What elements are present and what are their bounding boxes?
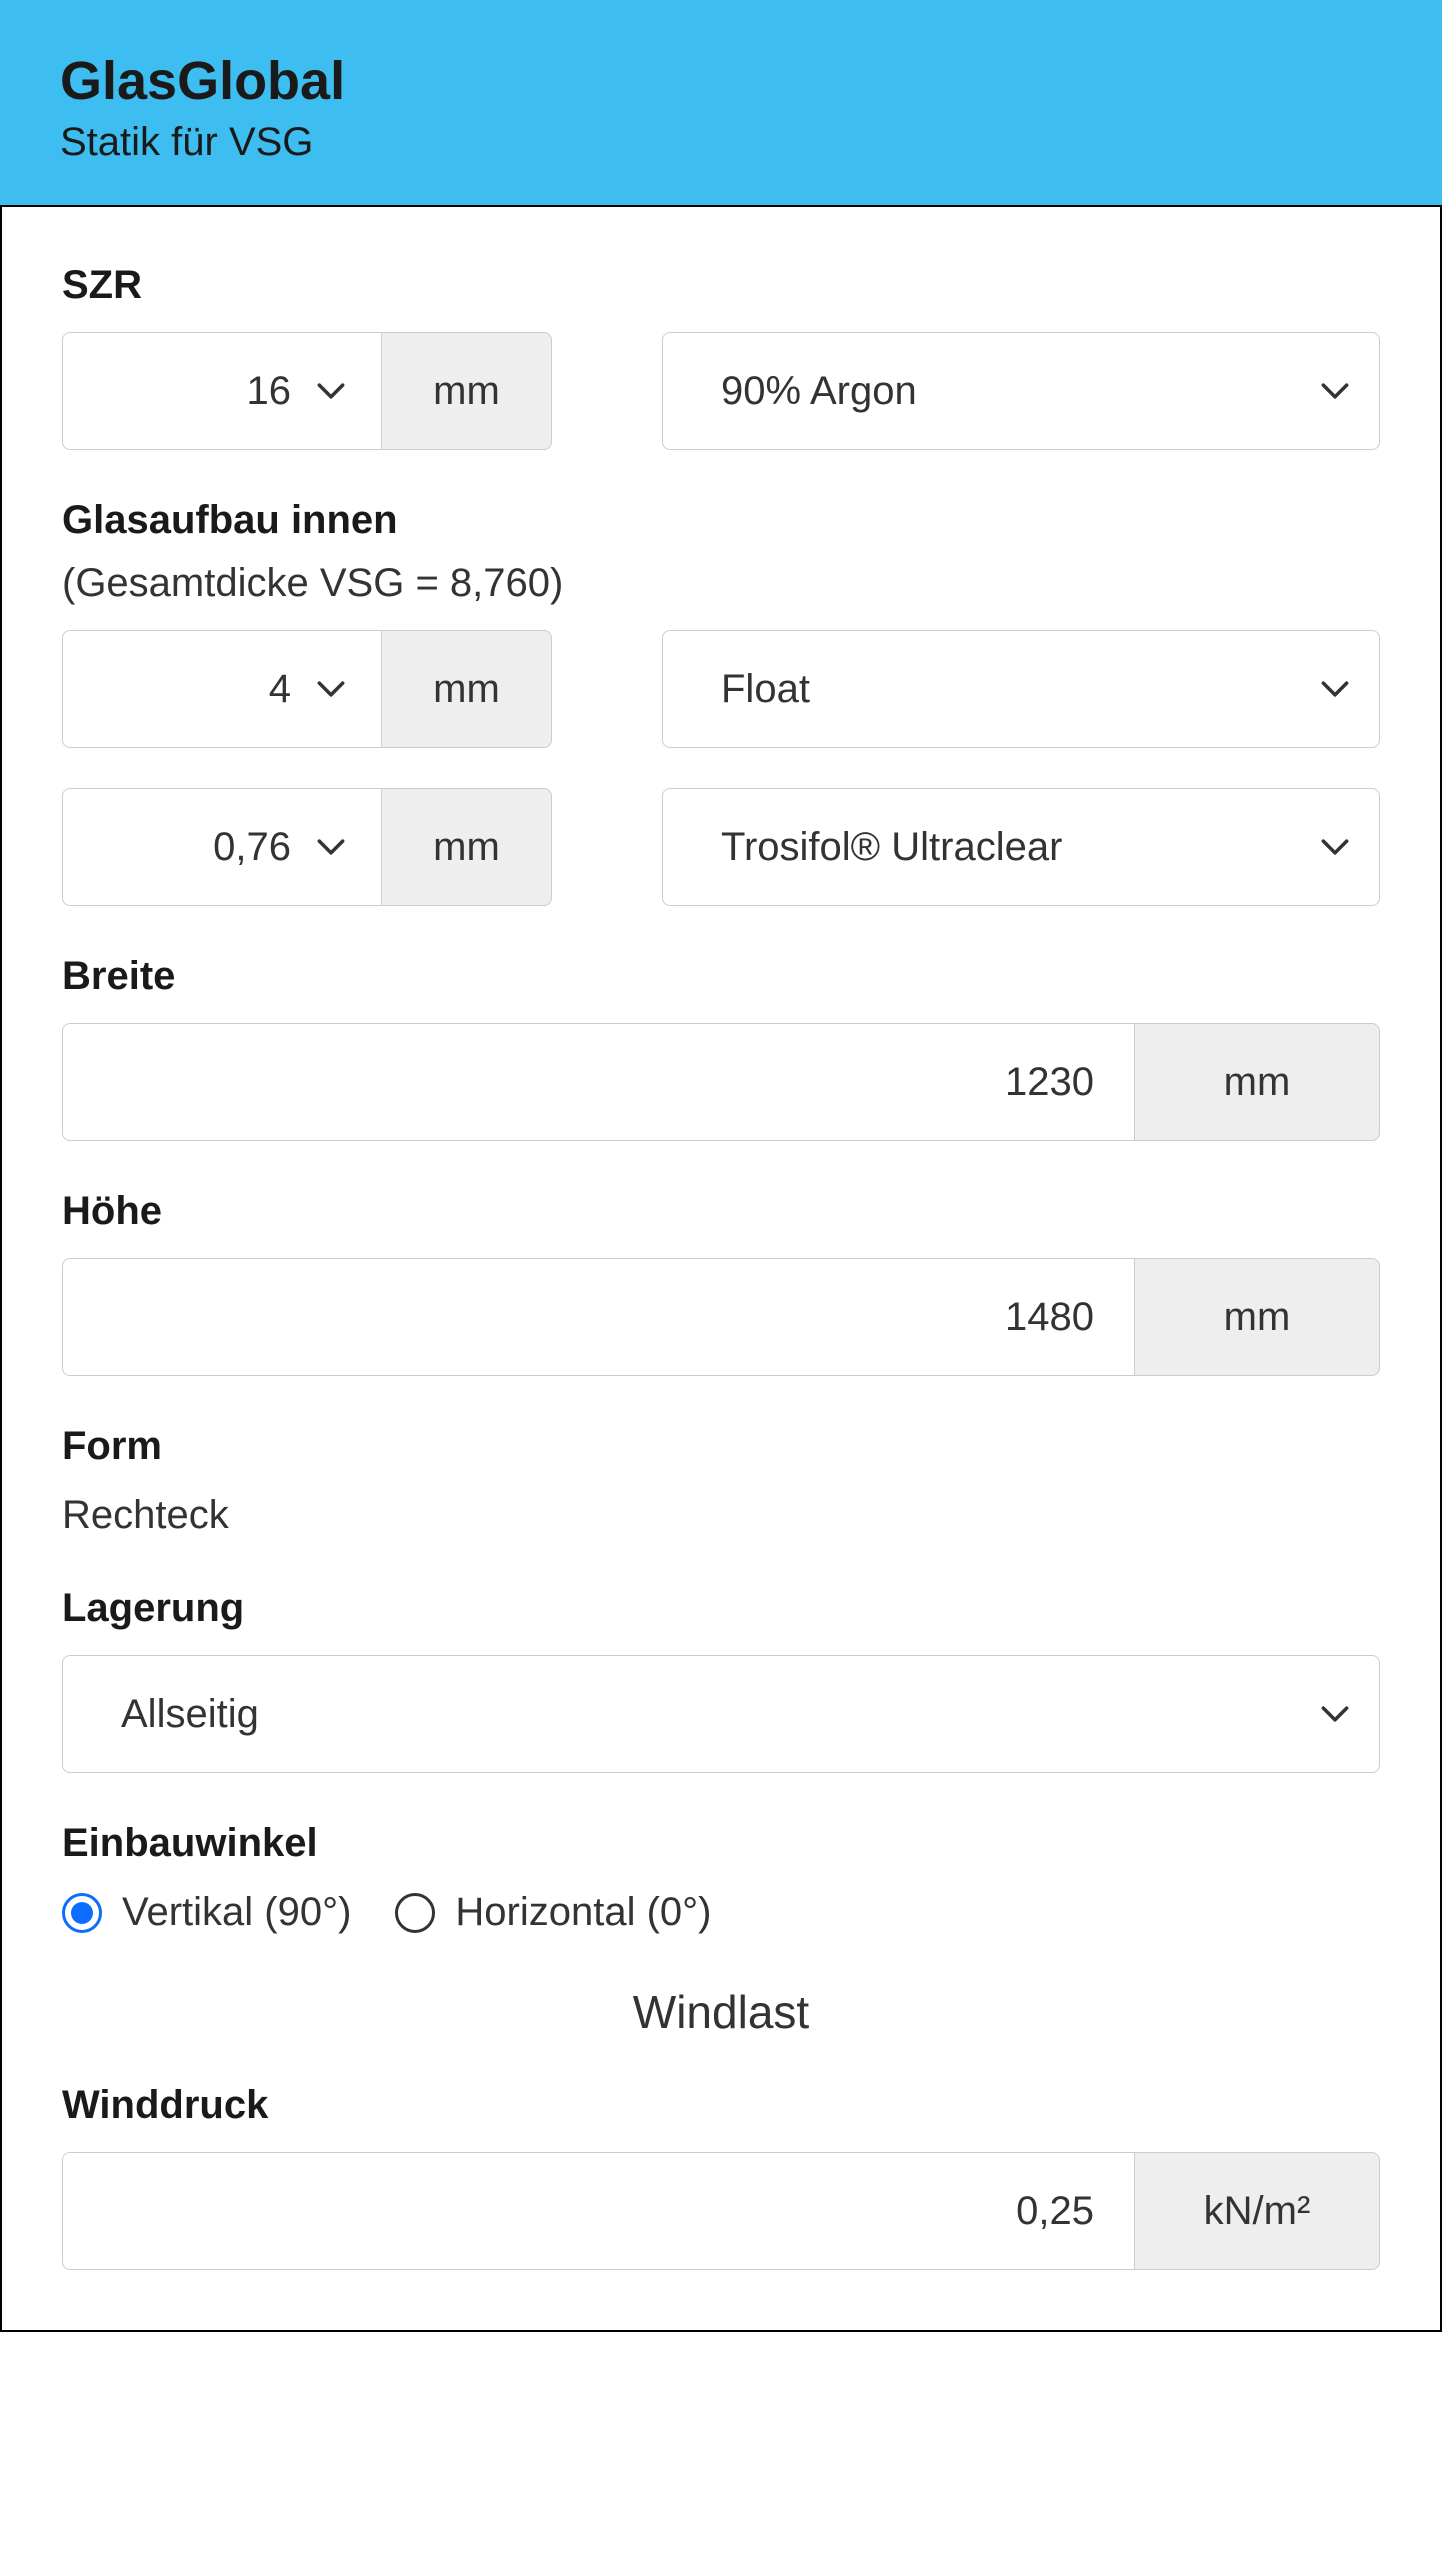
glasaufbau-innen-label: Glasaufbau innen <box>62 498 1380 543</box>
chevron-down-icon <box>1321 382 1349 400</box>
layer1-material-value: Float <box>721 667 810 712</box>
layer1-thickness-value: 4 <box>269 667 291 712</box>
layer2-thickness-unit: mm <box>382 788 552 906</box>
szr-label: SZR <box>62 263 1380 308</box>
szr-group: SZR 16 mm 90% Argon <box>62 263 1380 450</box>
szr-thickness-unit: mm <box>382 332 552 450</box>
winddruck-value: 0,25 <box>1016 2189 1094 2234</box>
form-value: Rechteck <box>62 1493 1380 1538</box>
chevron-down-icon <box>1321 838 1349 856</box>
winddruck-label: Winddruck <box>62 2083 1380 2128</box>
szr-thickness-value: 16 <box>247 369 292 414</box>
form-content: SZR 16 mm 90% Argon <box>0 207 1442 2332</box>
windlast-heading: Windlast <box>62 1985 1380 2039</box>
hoehe-unit: mm <box>1135 1258 1380 1376</box>
chevron-down-icon <box>1321 680 1349 698</box>
hoehe-group: Höhe 1480 mm <box>62 1189 1380 1376</box>
breite-value: 1230 <box>1005 1060 1094 1105</box>
hoehe-input[interactable]: 1480 <box>62 1258 1135 1376</box>
szr-thickness-select[interactable]: 16 <box>62 332 382 450</box>
winddruck-input[interactable]: 0,25 <box>62 2152 1135 2270</box>
glasaufbau-innen-group: Glasaufbau innen (Gesamtdicke VSG = 8,76… <box>62 498 1380 906</box>
chevron-down-icon <box>317 382 345 400</box>
winddruck-group: Winddruck 0,25 kN/m² <box>62 2083 1380 2270</box>
hoehe-label: Höhe <box>62 1189 1380 1234</box>
lagerung-value: Allseitig <box>121 1692 259 1737</box>
layer1-thickness-select[interactable]: 4 <box>62 630 382 748</box>
einbauwinkel-group: Einbauwinkel Vertikal (90°) Horizontal (… <box>62 1821 1380 1935</box>
einbauwinkel-label: Einbauwinkel <box>62 1821 1380 1866</box>
chevron-down-icon <box>1321 1705 1349 1723</box>
szr-gas-select[interactable]: 90% Argon <box>662 332 1380 450</box>
winddruck-unit: kN/m² <box>1135 2152 1380 2270</box>
app-subtitle: Statik für VSG <box>60 120 1382 165</box>
app-header: GlasGlobal Statik für VSG <box>0 0 1442 207</box>
chevron-down-icon <box>317 838 345 856</box>
breite-input-group: 1230 mm <box>62 1023 1380 1141</box>
breite-group: Breite 1230 mm <box>62 954 1380 1141</box>
einbauwinkel-vertikal-label: Vertikal (90°) <box>122 1890 351 1935</box>
form-label: Form <box>62 1424 1380 1469</box>
layer2-material-value: Trosifol® Ultraclear <box>721 825 1062 870</box>
lagerung-select[interactable]: Allseitig <box>62 1655 1380 1773</box>
app-title: GlasGlobal <box>60 50 1382 112</box>
szr-gas-value: 90% Argon <box>721 369 917 414</box>
breite-input[interactable]: 1230 <box>62 1023 1135 1141</box>
einbauwinkel-vertikal-radio[interactable]: Vertikal (90°) <box>62 1890 351 1935</box>
radio-checked-icon <box>62 1893 102 1933</box>
chevron-down-icon <box>317 680 345 698</box>
breite-label: Breite <box>62 954 1380 999</box>
radio-unchecked-icon <box>395 1893 435 1933</box>
layer1-material-select[interactable]: Float <box>662 630 1380 748</box>
hoehe-input-group: 1480 mm <box>62 1258 1380 1376</box>
lagerung-label: Lagerung <box>62 1586 1380 1631</box>
layer2-material-select[interactable]: Trosifol® Ultraclear <box>662 788 1380 906</box>
szr-thickness-group: 16 mm <box>62 332 552 450</box>
breite-unit: mm <box>1135 1023 1380 1141</box>
layer2-thickness-select[interactable]: 0,76 <box>62 788 382 906</box>
einbauwinkel-horizontal-label: Horizontal (0°) <box>455 1890 711 1935</box>
lagerung-group: Lagerung Allseitig <box>62 1586 1380 1773</box>
layer1-thickness-unit: mm <box>382 630 552 748</box>
layer2-thickness-group: 0,76 mm <box>62 788 552 906</box>
hoehe-value: 1480 <box>1005 1295 1094 1340</box>
einbauwinkel-horizontal-radio[interactable]: Horizontal (0°) <box>395 1890 711 1935</box>
glasaufbau-innen-sublabel: (Gesamtdicke VSG = 8,760) <box>62 561 1380 606</box>
form-group: Form Rechteck <box>62 1424 1380 1538</box>
layer2-thickness-value: 0,76 <box>213 825 291 870</box>
winddruck-input-group: 0,25 kN/m² <box>62 2152 1380 2270</box>
layer1-thickness-group: 4 mm <box>62 630 552 748</box>
